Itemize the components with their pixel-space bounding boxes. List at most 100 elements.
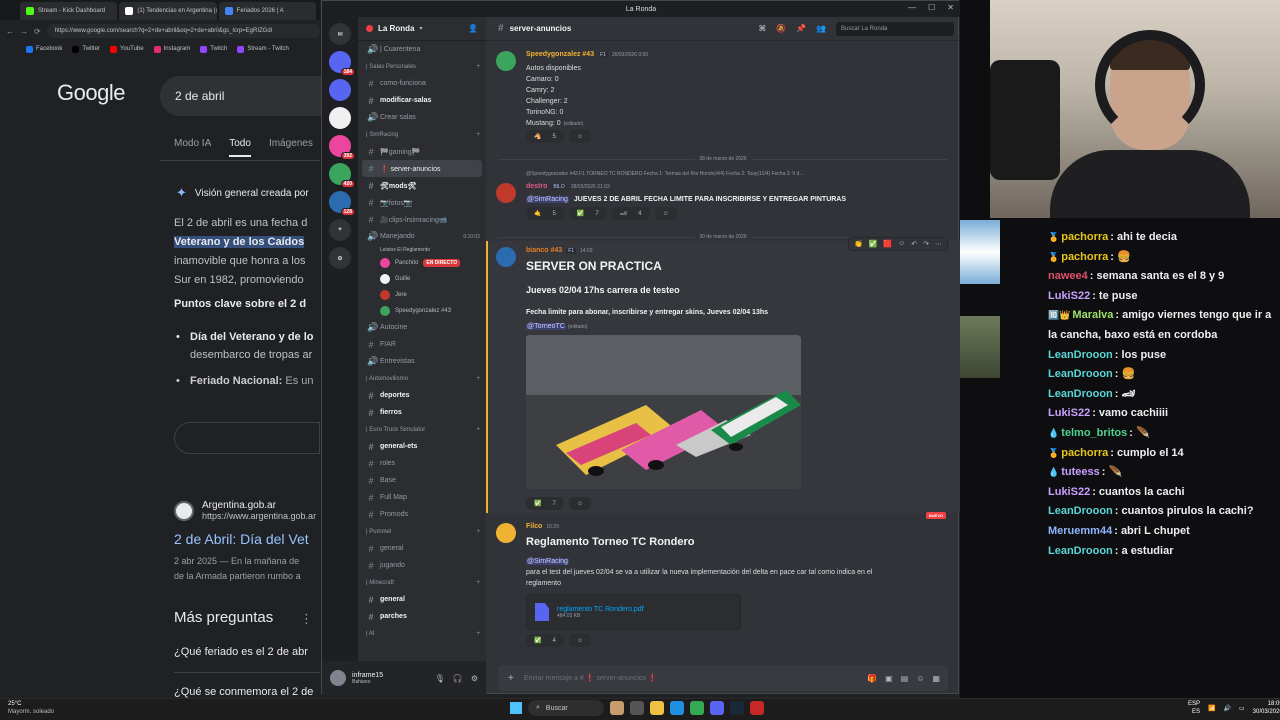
channel-item[interactable]: # 🏁gaming🏁 bbox=[358, 143, 486, 160]
message-input[interactable]: Enviar mensaje a # ❗ server-anuncios ❗ bbox=[524, 674, 657, 682]
chat-username[interactable]: LeanDrooon bbox=[1048, 388, 1113, 400]
avatar[interactable] bbox=[380, 258, 390, 268]
channel-category[interactable]: | Minecraft + bbox=[358, 574, 486, 591]
channel-item[interactable]: # como-funciona bbox=[358, 75, 486, 92]
chat-username[interactable]: LukiS22 bbox=[1048, 407, 1090, 419]
avatar[interactable] bbox=[496, 51, 516, 71]
channel-category[interactable]: | Euro Truck Simulator + bbox=[358, 421, 486, 438]
channel-item[interactable]: # deportes bbox=[358, 387, 486, 404]
role-mention[interactable]: @TorneoTC bbox=[526, 323, 566, 330]
chat-username[interactable]: LeanDrooon bbox=[1048, 505, 1113, 517]
reaction[interactable]: 🤙 5 bbox=[526, 207, 564, 220]
pin-icon[interactable]: 📌 bbox=[796, 24, 806, 33]
maximize-icon[interactable]: ☐ bbox=[928, 3, 935, 12]
channel-item[interactable]: # ❗ server-anuncios bbox=[362, 160, 482, 177]
chat-username[interactable]: tuteess bbox=[1061, 466, 1100, 478]
chat-username[interactable]: LeanDrooon bbox=[1048, 349, 1113, 361]
forward-icon[interactable]: → bbox=[20, 27, 28, 36]
channel-category[interactable]: | AI + bbox=[358, 625, 486, 642]
reaction[interactable]: ✅ 4 bbox=[526, 634, 564, 647]
related-question[interactable]: ¿Qué feriado es el 2 de abr bbox=[174, 646, 320, 658]
chat-username[interactable]: Maralva bbox=[1072, 309, 1113, 321]
discord-icon[interactable] bbox=[710, 701, 724, 715]
reaction-icon[interactable]: ✅ bbox=[869, 240, 878, 248]
edge-icon[interactable] bbox=[670, 701, 684, 715]
bookmark-item[interactable]: Facebook bbox=[26, 45, 62, 53]
reaction[interactable]: 🏎 4 bbox=[611, 207, 650, 220]
add-channel-icon[interactable]: + bbox=[476, 580, 480, 586]
result-source[interactable]: Argentina.gob.ar https://www.argentina.g… bbox=[174, 500, 316, 521]
ask-follow-up-input[interactable] bbox=[174, 422, 320, 454]
channel-item[interactable]: # 📷fotos📷 bbox=[358, 194, 486, 211]
gear-icon[interactable]: ⚙ bbox=[471, 674, 478, 683]
channel-item[interactable]: # FIAR bbox=[358, 336, 486, 353]
bookmark-item[interactable]: Twitch bbox=[200, 45, 227, 53]
channel-item[interactable]: # general bbox=[358, 540, 486, 557]
language-indicator[interactable]: ESP ES bbox=[1188, 700, 1200, 716]
avatar[interactable] bbox=[330, 670, 346, 686]
server-icon[interactable]: 392 bbox=[329, 135, 355, 160]
headset-icon[interactable]: 🎧 bbox=[453, 674, 463, 683]
bookmark-item[interactable]: Twitter bbox=[72, 45, 100, 53]
channel-category[interactable]: | Pummel + bbox=[358, 523, 486, 540]
role-mention[interactable]: @SimRacing bbox=[526, 558, 569, 565]
channel-item[interactable]: # Base bbox=[358, 472, 486, 489]
add-channel-icon[interactable]: + bbox=[476, 631, 480, 637]
voice-user[interactable]: Panchito EN DIRECTO bbox=[358, 255, 486, 271]
add-server-icon[interactable]: + bbox=[329, 219, 351, 241]
sticker-icon[interactable]: ▤ bbox=[901, 674, 909, 683]
reaction-icon[interactable]: 🟥 bbox=[883, 240, 892, 248]
threads-icon[interactable]: ⌘ bbox=[759, 24, 766, 33]
chat-username[interactable]: pachorra bbox=[1061, 447, 1108, 459]
windows-start-icon[interactable] bbox=[510, 702, 522, 714]
minimize-icon[interactable]: — bbox=[908, 3, 916, 12]
channel-item[interactable]: # jugando bbox=[358, 557, 486, 574]
wifi-icon[interactable]: 📶 bbox=[1208, 705, 1215, 712]
author-name[interactable]: destro bbox=[526, 183, 547, 190]
add-attachment-icon[interactable]: + bbox=[508, 673, 514, 684]
bookmark-item[interactable]: YouTube bbox=[110, 45, 144, 53]
reaction[interactable]: ☺ bbox=[568, 497, 591, 510]
more-icon[interactable]: ⋯ bbox=[935, 240, 942, 248]
file-explorer-icon[interactable] bbox=[650, 701, 664, 715]
browser-tab[interactable]: Stream - Kick Dashboard bbox=[20, 2, 118, 20]
voice-user[interactable]: Jere bbox=[358, 287, 486, 303]
reaction[interactable]: ✅ 7 bbox=[526, 497, 564, 510]
steam-icon[interactable] bbox=[730, 701, 744, 715]
avatar[interactable] bbox=[496, 183, 516, 203]
chat-username[interactable]: telmo_britos bbox=[1061, 427, 1127, 439]
forward-icon[interactable]: ↷ bbox=[923, 240, 929, 248]
battery-icon[interactable]: ▭ bbox=[1239, 705, 1245, 712]
google-search-input[interactable]: 2 de abril bbox=[160, 76, 330, 116]
members-icon[interactable]: 👥 bbox=[816, 24, 826, 33]
add-member-icon[interactable]: 👤 bbox=[468, 24, 486, 33]
chat-username[interactable]: nawee4 bbox=[1048, 270, 1088, 282]
avatar[interactable] bbox=[380, 306, 390, 316]
chat-username[interactable]: LukiS22 bbox=[1048, 486, 1090, 498]
microphone-icon[interactable]: 🎙 bbox=[435, 674, 445, 683]
file-attachment[interactable]: reglamento TC Rondero.pdf 484.03 KB bbox=[526, 594, 741, 630]
message-composer[interactable]: + Enviar mensaje a # ❗ server-anuncios ❗… bbox=[498, 665, 948, 691]
reload-icon[interactable]: ⟳ bbox=[34, 27, 41, 36]
voice-user[interactable]: Guille bbox=[358, 271, 486, 287]
avatar[interactable] bbox=[496, 247, 516, 267]
reaction[interactable]: 🐴 5 bbox=[526, 130, 564, 143]
reaction[interactable]: ☺ bbox=[568, 130, 591, 143]
chat-username[interactable]: LeanDrooon bbox=[1048, 368, 1113, 380]
more-options-icon[interactable]: ⋮ bbox=[300, 611, 313, 627]
author-name[interactable]: Filco bbox=[526, 523, 542, 530]
clock[interactable]: 18:0930/03/2026 bbox=[1253, 700, 1280, 716]
channel-item[interactable]: # roles bbox=[358, 455, 486, 472]
result-title-link[interactable]: 2 de Abril: Día del Vet bbox=[174, 531, 320, 547]
voice-user[interactable]: Speedygonzalez #43 bbox=[358, 303, 486, 319]
avatar[interactable] bbox=[496, 523, 516, 543]
chat-username[interactable]: LeanDrooon bbox=[1048, 545, 1113, 557]
add-channel-icon[interactable]: + bbox=[476, 427, 480, 433]
reaction-icon[interactable]: 👏 bbox=[854, 240, 863, 248]
avatar[interactable] bbox=[380, 274, 390, 284]
emoji-icon[interactable]: ☺ bbox=[916, 674, 924, 683]
server-header[interactable]: La Ronda ▾ 👤 bbox=[358, 17, 486, 41]
author-name[interactable]: bianco #43 bbox=[526, 247, 562, 254]
add-channel-icon[interactable]: + bbox=[476, 529, 480, 535]
channel-item[interactable]: # 🛠mods🛠 bbox=[358, 177, 486, 194]
